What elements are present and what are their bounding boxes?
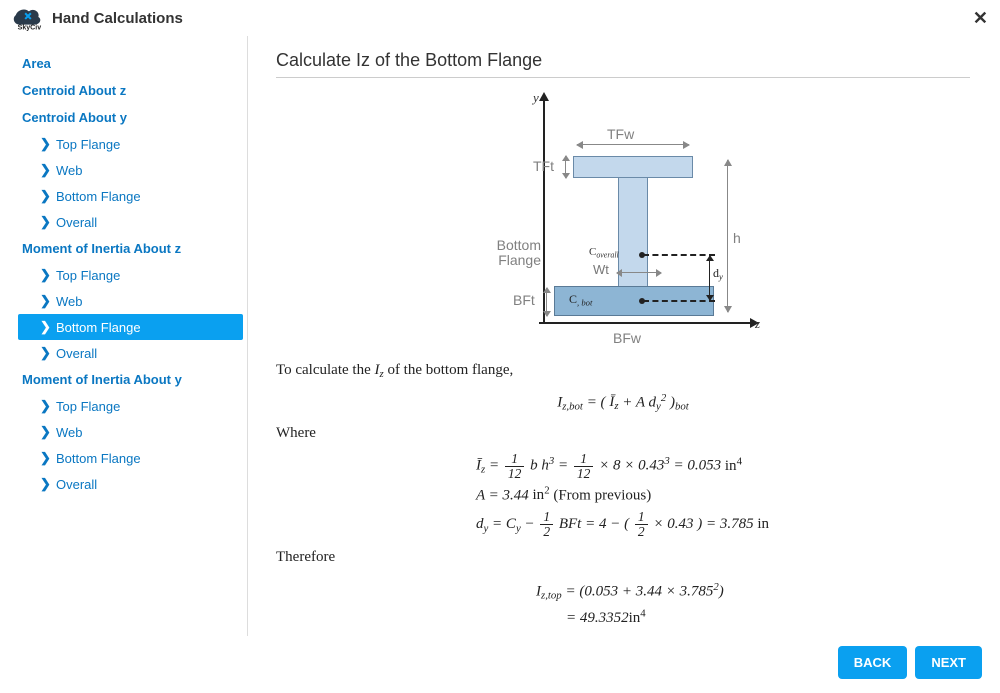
top-flange-shape <box>573 156 693 178</box>
header: SkyCiv Hand Calculations ✕ <box>0 0 1000 36</box>
chevron-right-icon: ❯ <box>40 398 50 414</box>
dim-bft-line <box>546 288 547 316</box>
intro-line: To calculate the Iz of the bottom flange… <box>276 358 970 384</box>
equations-block: Īz = 112 b h3 = 112 × 8 × 0.433 = 0.053 … <box>476 451 970 539</box>
axis-z <box>539 322 757 324</box>
chevron-right-icon: ❯ <box>40 136 50 152</box>
dash-line-bot <box>643 300 715 302</box>
where-label: Where <box>276 421 970 445</box>
dim-h: h <box>733 230 741 246</box>
chevron-right-icon: ❯ <box>40 450 50 466</box>
nav-centroid-y-overall[interactable]: ❯Overall <box>18 209 243 235</box>
dim-tft-line <box>565 156 566 178</box>
axis-y-label: y <box>533 90 539 106</box>
equation-iz-bot: Iz,bot = ( Īz + A dy2 )bot <box>276 390 970 416</box>
c-bot-label: C, bot <box>569 292 592 308</box>
nav-area[interactable]: Area <box>18 50 243 77</box>
nav-centroid-y-top-flange[interactable]: ❯Top Flange <box>18 131 243 157</box>
header-title: Hand Calculations <box>52 10 183 27</box>
back-button[interactable]: BACK <box>838 646 908 679</box>
dim-bft: BFt <box>513 292 535 308</box>
beam-section-diagram: y z TFw TFt h BFt BFw Bottom Flange Cove… <box>483 94 763 344</box>
dim-tfw-line <box>577 144 689 145</box>
dash-line-overall <box>643 254 715 256</box>
chevron-right-icon: ❯ <box>40 267 50 283</box>
chevron-right-icon: ❯ <box>40 424 50 440</box>
chevron-right-icon: ❯ <box>40 319 50 335</box>
footer: BACK NEXT <box>838 646 982 679</box>
chevron-right-icon: ❯ <box>40 476 50 492</box>
c-overall-label: Coverall <box>589 246 619 259</box>
chevron-right-icon: ❯ <box>40 214 50 230</box>
nav-centroid-y[interactable]: Centroid About y <box>18 104 243 131</box>
nav-centroid-y-web[interactable]: ❯Web <box>18 157 243 183</box>
nav-moi-z-overall[interactable]: ❯Overall <box>18 340 243 366</box>
nav-centroid-z[interactable]: Centroid About z <box>18 77 243 104</box>
wt-arrow <box>617 272 661 273</box>
close-icon[interactable]: ✕ <box>973 8 988 29</box>
chevron-right-icon: ❯ <box>40 188 50 204</box>
diagram-container: y z TFw TFt h BFt BFw Bottom Flange Cove… <box>276 94 970 344</box>
dim-dy-line <box>709 256 710 300</box>
nav-moi-z-top-flange[interactable]: ❯Top Flange <box>18 262 243 288</box>
therefore-label: Therefore <box>276 545 970 569</box>
nav-moi-y-top-flange[interactable]: ❯Top Flange <box>18 393 243 419</box>
next-button[interactable]: NEXT <box>915 646 982 679</box>
dim-tft: TFt <box>533 158 554 174</box>
nav-moi-z[interactable]: Moment of Inertia About z <box>18 235 243 262</box>
sidebar: Area Centroid About z Centroid About y ❯… <box>0 36 248 636</box>
body-text: To calculate the Iz of the bottom flange… <box>276 358 970 630</box>
dim-dy: dy <box>713 266 723 282</box>
wt-label: Wt <box>593 262 609 277</box>
equation-A: A = 3.44 in2 (From previous) <box>476 481 970 510</box>
equation-result: Iz,top = (0.053 + 3.44 × 3.7852) = 49.33… <box>536 579 970 629</box>
skyciv-logo: SkyCiv <box>12 6 44 30</box>
dim-tfw: TFw <box>607 126 634 142</box>
chevron-right-icon: ❯ <box>40 293 50 309</box>
dim-bfw: BFw <box>613 330 641 346</box>
nav-moi-z-web[interactable]: ❯Web <box>18 288 243 314</box>
web-shape <box>618 178 648 286</box>
bottom-flange-label: Bottom Flange <box>485 238 541 269</box>
axis-z-label: z <box>755 316 760 332</box>
chevron-right-icon: ❯ <box>40 162 50 178</box>
nav-moi-y-web[interactable]: ❯Web <box>18 419 243 445</box>
nav-moi-y[interactable]: Moment of Inertia About y <box>18 366 243 393</box>
equation-ibar: Īz = 112 b h3 = 112 × 8 × 0.433 = 0.053 … <box>476 451 970 481</box>
nav-moi-y-bottom-flange[interactable]: ❯Bottom Flange <box>18 445 243 471</box>
page-title: Calculate Iz of the Bottom Flange <box>276 50 970 78</box>
main-content: Calculate Iz of the Bottom Flange y z TF… <box>248 36 1000 636</box>
nav-moi-y-overall[interactable]: ❯Overall <box>18 471 243 497</box>
nav-centroid-y-bottom-flange[interactable]: ❯Bottom Flange <box>18 183 243 209</box>
equation-dy: dy = Cy − 12 BFt = 4 − ( 12 × 0.43 ) = 3… <box>476 510 970 539</box>
chevron-right-icon: ❯ <box>40 345 50 361</box>
svg-text:SkyCiv: SkyCiv <box>18 24 42 31</box>
nav-moi-z-bottom-flange[interactable]: ❯Bottom Flange <box>18 314 243 340</box>
dim-h-line <box>727 160 728 312</box>
